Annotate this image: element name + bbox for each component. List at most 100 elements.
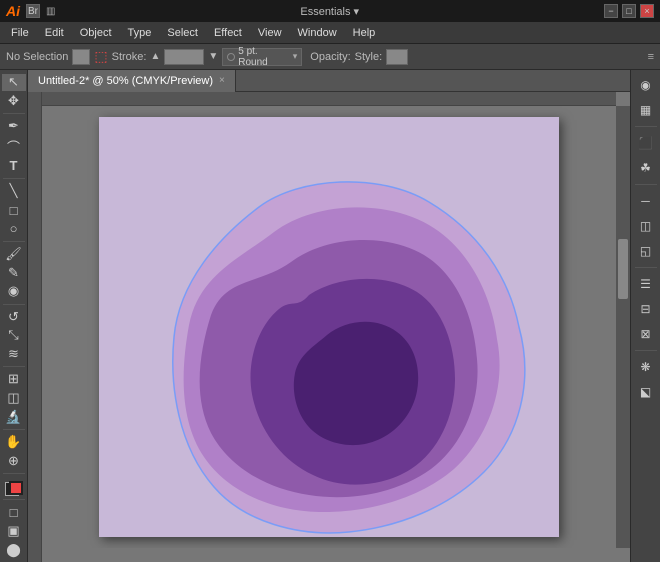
screen-mode-btn[interactable]: ⬤ — [2, 541, 26, 558]
menu-type[interactable]: Type — [121, 25, 159, 41]
options-menu-btn[interactable]: ≡ — [648, 51, 654, 63]
menu-object[interactable]: Object — [73, 25, 119, 41]
right-panel-separator-2 — [635, 184, 657, 185]
menu-window[interactable]: Window — [291, 25, 344, 41]
artboard — [99, 117, 559, 537]
layers-panel-btn[interactable]: ❋ — [634, 356, 658, 378]
rotate-tool[interactable]: ↺ — [2, 308, 26, 325]
stroke-dot-icon — [227, 53, 235, 61]
scale-tool[interactable]: ⤡ — [2, 327, 26, 344]
scroll-area[interactable] — [28, 92, 630, 562]
stroke-color-box[interactable] — [164, 49, 204, 65]
warp-tool[interactable]: ≋ — [2, 346, 26, 363]
menu-effect[interactable]: Effect — [207, 25, 249, 41]
graph-tool[interactable]: ⊞ — [2, 371, 26, 388]
ruler-left — [28, 92, 42, 562]
stroke-width-field[interactable]: 5 pt. Round ▾ — [222, 48, 302, 66]
swatches-panel-btn[interactable]: ▦ — [634, 99, 658, 121]
pathfinder-panel-btn[interactable]: ⊠ — [634, 323, 658, 345]
canvas-area: Untitled-2* @ 50% (CMYK/Preview) × — [28, 70, 630, 562]
toolbar-separator-2 — [3, 178, 25, 179]
toolbar-separator-8 — [3, 499, 25, 500]
stroke-dropdown-arrow[interactable]: ▾ — [293, 51, 298, 62]
appearance-panel-btn[interactable]: ☰ — [634, 273, 658, 295]
tab-close-button[interactable]: × — [219, 75, 225, 86]
paintbrush-tool[interactable]: 🖌 — [2, 246, 26, 263]
draw-inside-btn[interactable]: ▣ — [2, 523, 26, 540]
line-tool[interactable]: ╲ — [2, 183, 26, 200]
left-toolbar: ↖ ✥ ✒ ⌒ T ╲ □ ○ 🖌 ✎ ◉ ↺ ⤡ ≋ ⊞ ◫ 🔬 ✋ ⊕ □ … — [0, 70, 28, 562]
pencil-tool[interactable]: ✎ — [2, 264, 26, 281]
stroke-down-arrow[interactable]: ▼ — [208, 51, 218, 62]
eyedropper-tool[interactable]: 🔬 — [2, 408, 26, 425]
stroke-up-arrow[interactable]: ▲ — [150, 51, 160, 62]
pen-tool[interactable]: ✒ — [2, 118, 26, 135]
toolbar-separator-5 — [3, 366, 25, 367]
scrollbar-thumb[interactable] — [618, 239, 628, 299]
stroke-color[interactable] — [9, 481, 23, 495]
menu-help[interactable]: Help — [346, 25, 383, 41]
selection-tool[interactable]: ↖ — [2, 74, 26, 91]
stroke-panel-btn[interactable]: ─ — [634, 190, 658, 212]
menu-select[interactable]: Select — [160, 25, 205, 41]
right-panel-separator-4 — [635, 350, 657, 351]
toolbar-separator-7 — [3, 473, 25, 474]
opacity-label: Opacity: — [310, 51, 350, 63]
gradient-tool[interactable]: ◫ — [2, 390, 26, 407]
menu-bar: File Edit Object Type Select Effect View… — [0, 22, 660, 44]
br-button[interactable]: Br — [26, 4, 40, 18]
menu-file[interactable]: File — [4, 25, 36, 41]
tab-bar: Untitled-2* @ 50% (CMYK/Preview) × — [28, 70, 630, 92]
stroke-icon: ⬚ — [94, 48, 107, 65]
tab-title: Untitled-2* @ 50% (CMYK/Preview) — [38, 75, 213, 87]
ruler-top — [42, 92, 616, 106]
right-panel: ◉ ▦ ⬛ ☘ ─ ◫ ◱ ☰ ⊟ ⊠ ❋ ⬕ — [630, 70, 660, 562]
workspace-dropdown[interactable]: Essentials ▾ — [300, 5, 359, 18]
type-tool[interactable]: T — [2, 158, 26, 175]
close-button[interactable]: × — [640, 4, 654, 18]
menu-edit[interactable]: Edit — [38, 25, 71, 41]
brushes-panel-btn[interactable]: ⬛ — [634, 132, 658, 154]
vertical-scrollbar[interactable] — [616, 106, 630, 548]
window-controls: − □ × — [604, 4, 654, 18]
title-bar-left: Ai Br ▥ — [6, 3, 55, 19]
canvas-wrapper — [42, 106, 616, 548]
main-area: ↖ ✥ ✒ ⌒ T ╲ □ ○ 🖌 ✎ ◉ ↺ ⤡ ≋ ⊞ ◫ 🔬 ✋ ⊕ □ … — [0, 70, 660, 562]
app-logo: Ai — [6, 3, 20, 19]
right-panel-separator-1 — [635, 126, 657, 127]
right-panel-separator-3 — [635, 267, 657, 268]
document-tab[interactable]: Untitled-2* @ 50% (CMYK/Preview) × — [28, 70, 236, 92]
menu-view[interactable]: View — [251, 25, 289, 41]
options-bar: No Selection ⬚ Stroke: ▲ ▼ 5 pt. Round ▾… — [0, 44, 660, 70]
workspace-menu-icon: ▥ — [46, 6, 55, 17]
fill-color-box[interactable] — [72, 49, 90, 65]
stroke-label: Stroke: — [112, 51, 147, 63]
color-panel-btn[interactable]: ◉ — [634, 74, 658, 96]
gradient-panel-btn[interactable]: ◫ — [634, 215, 658, 237]
style-box[interactable] — [386, 49, 408, 65]
blob-brush-tool[interactable]: ◉ — [2, 283, 26, 300]
no-selection-label: No Selection — [6, 51, 68, 63]
style-label: Style: — [355, 51, 383, 63]
toolbar-separator-4 — [3, 304, 25, 305]
stroke-value: 5 pt. Round — [238, 46, 290, 68]
toolbar-separator-3 — [3, 241, 25, 242]
rect-tool[interactable]: □ — [2, 202, 26, 219]
symbols-panel-btn[interactable]: ☘ — [634, 157, 658, 179]
hand-tool[interactable]: ✋ — [2, 434, 26, 451]
title-bar: Ai Br ▥ Essentials ▾ − □ × — [0, 0, 660, 22]
draw-normal-btn[interactable]: □ — [2, 504, 26, 521]
toolbar-separator-6 — [3, 429, 25, 430]
minimize-button[interactable]: − — [604, 4, 618, 18]
ellipse-tool[interactable]: ○ — [2, 220, 26, 237]
artwork-svg — [99, 117, 559, 537]
direct-selection-tool[interactable]: ✥ — [2, 93, 26, 110]
zoom-tool[interactable]: ⊕ — [2, 452, 26, 469]
color-boxes — [3, 482, 25, 496]
maximize-button[interactable]: □ — [622, 4, 636, 18]
curvature-tool[interactable]: ⌒ — [2, 137, 26, 156]
toolbar-separator-1 — [3, 113, 25, 114]
artboards-panel-btn[interactable]: ⬕ — [634, 381, 658, 403]
transparency-panel-btn[interactable]: ◱ — [634, 240, 658, 262]
align-panel-btn[interactable]: ⊟ — [634, 298, 658, 320]
